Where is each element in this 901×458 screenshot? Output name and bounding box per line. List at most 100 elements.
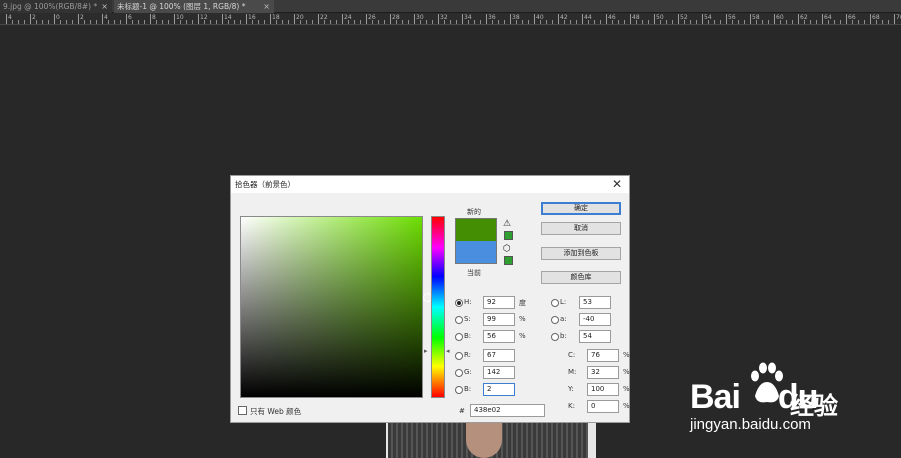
blue-radio[interactable] xyxy=(455,386,463,394)
new-color-swatch xyxy=(455,218,497,241)
hex-input[interactable]: 438e02 xyxy=(470,404,545,417)
green-radio[interactable] xyxy=(455,369,463,377)
yellow-input[interactable]: 100 xyxy=(587,383,619,396)
web-safe-swatch[interactable] xyxy=(504,256,513,265)
ruler-minor-tick xyxy=(570,20,571,24)
brightness-input[interactable]: 56 xyxy=(483,330,515,343)
ruler-minor-tick xyxy=(300,20,301,24)
a-channel-radio[interactable] xyxy=(551,316,559,324)
saturation-brightness-field[interactable] xyxy=(240,216,432,398)
hue-slider-left-arrow-icon[interactable]: ▸ xyxy=(424,347,428,355)
blue-input[interactable]: 2 xyxy=(483,383,515,396)
ruler-minor-tick xyxy=(66,20,67,24)
ruler-major-tick xyxy=(342,14,343,24)
b-channel-input[interactable]: 54 xyxy=(579,330,611,343)
close-tab-icon[interactable]: × xyxy=(101,0,108,13)
cyan-unit: % xyxy=(623,351,630,359)
ruler-minor-tick xyxy=(276,20,277,24)
ruler-minor-tick xyxy=(708,20,709,24)
lightness-input[interactable]: 53 xyxy=(579,296,611,309)
ruler-minor-tick xyxy=(876,20,877,24)
hue-radio[interactable] xyxy=(455,299,463,307)
ruler-minor-tick xyxy=(498,20,499,24)
red-input[interactable]: 67 xyxy=(483,349,515,362)
dialog-titlebar[interactable]: 拾色器（前景色） ✕ xyxy=(231,176,629,193)
ruler-major-tick xyxy=(606,14,607,24)
ruler-minor-tick xyxy=(816,20,817,24)
color-libraries-button[interactable]: 颜色库 xyxy=(541,271,621,284)
ruler-major-tick xyxy=(822,14,823,24)
horizontal-ruler[interactable]: 4 2 0 2 4 6 8 10 12 14 16 18 20 22 24 26 28 30 32 34 36 38 40 4… xyxy=(0,13,901,25)
ruler-major-tick xyxy=(678,14,679,24)
red-radio[interactable] xyxy=(455,352,463,360)
ruler-minor-tick xyxy=(306,20,307,24)
ruler-minor-tick xyxy=(600,20,601,24)
ruler-minor-tick xyxy=(120,20,121,24)
dialog-title: 拾色器（前景色） xyxy=(235,180,295,189)
ruler-minor-tick xyxy=(204,20,205,24)
add-to-swatches-button[interactable]: 添加到色板 xyxy=(541,247,621,260)
ruler-minor-tick xyxy=(540,20,541,24)
lightness-radio[interactable] xyxy=(551,299,559,307)
green-label: G: xyxy=(464,368,472,376)
out-of-gamut-warning-icon[interactable]: ⚠ xyxy=(503,219,511,229)
black-label: K: xyxy=(568,402,575,410)
b-channel-radio[interactable] xyxy=(551,333,559,341)
close-icon[interactable]: ✕ xyxy=(612,177,622,191)
ok-button[interactable]: 确定 xyxy=(541,202,621,215)
ruler-minor-tick xyxy=(336,20,337,24)
ruler-minor-tick xyxy=(288,20,289,24)
magenta-input[interactable]: 32 xyxy=(587,366,619,379)
ruler-minor-tick xyxy=(312,20,313,24)
ruler-minor-tick xyxy=(594,20,595,24)
ruler-major-tick xyxy=(534,14,535,24)
ruler-minor-tick xyxy=(516,20,517,24)
green-input[interactable]: 142 xyxy=(483,366,515,379)
watermark-logo-part1: Bai xyxy=(690,378,741,416)
ruler-minor-tick xyxy=(522,20,523,24)
ruler-minor-tick xyxy=(456,20,457,24)
ruler-minor-tick xyxy=(864,20,865,24)
hue-input[interactable]: 92 xyxy=(483,296,515,309)
ruler-minor-tick xyxy=(192,20,193,24)
yellow-unit: % xyxy=(623,385,630,393)
ruler-minor-tick xyxy=(216,20,217,24)
ruler-minor-tick xyxy=(804,20,805,24)
ruler-major-tick xyxy=(630,14,631,24)
current-color-swatch[interactable] xyxy=(455,241,497,264)
black-input[interactable]: 0 xyxy=(587,400,619,413)
saturation-radio[interactable] xyxy=(455,316,463,324)
ruler-minor-tick xyxy=(738,20,739,24)
ruler-major-tick xyxy=(102,14,103,24)
brightness-radio[interactable] xyxy=(455,333,463,341)
close-tab-icon[interactable]: × xyxy=(263,0,270,13)
ruler-major-tick xyxy=(174,14,175,24)
ruler-minor-tick xyxy=(138,20,139,24)
ruler-major-tick xyxy=(774,14,775,24)
document-tab-untitled[interactable]: 未标题-1 @ 100% (图层 1, RGB/8) * × xyxy=(114,0,274,13)
document-tab-9jpg[interactable]: 9.jpg @ 100%(RGB/8#) * × xyxy=(0,0,112,13)
ruler-minor-tick xyxy=(282,20,283,24)
cyan-input[interactable]: 76 xyxy=(587,349,619,362)
ruler-minor-tick xyxy=(264,20,265,24)
color-picker-dialog: 拾色器（前景色） ✕ ▸ ◂ 新的 当前 ⚠ ⬡ 确定 取消 添加到色板 颜色库… xyxy=(230,175,630,423)
ruler-minor-tick xyxy=(690,20,691,24)
cancel-button[interactable]: 取消 xyxy=(541,222,621,235)
saturation-input[interactable]: 99 xyxy=(483,313,515,326)
ruler-major-tick xyxy=(510,14,511,24)
ruler-minor-tick xyxy=(156,20,157,24)
ruler-major-tick xyxy=(78,14,79,24)
hue-slider[interactable] xyxy=(431,216,445,398)
web-safe-warning-icon[interactable]: ⬡ xyxy=(503,244,511,254)
a-channel-input[interactable]: -40 xyxy=(579,313,611,326)
ruler-major-tick xyxy=(126,14,127,24)
web-colors-only-checkbox[interactable] xyxy=(238,406,247,415)
ruler-minor-tick xyxy=(684,20,685,24)
ruler-minor-tick xyxy=(810,20,811,24)
ruler-major-tick xyxy=(486,14,487,24)
gamut-swatch[interactable] xyxy=(504,231,513,240)
ruler-minor-tick xyxy=(792,20,793,24)
hue-slider-right-arrow-icon[interactable]: ◂ xyxy=(446,347,450,355)
ruler-major-tick xyxy=(750,14,751,24)
ruler-minor-tick xyxy=(660,20,661,24)
